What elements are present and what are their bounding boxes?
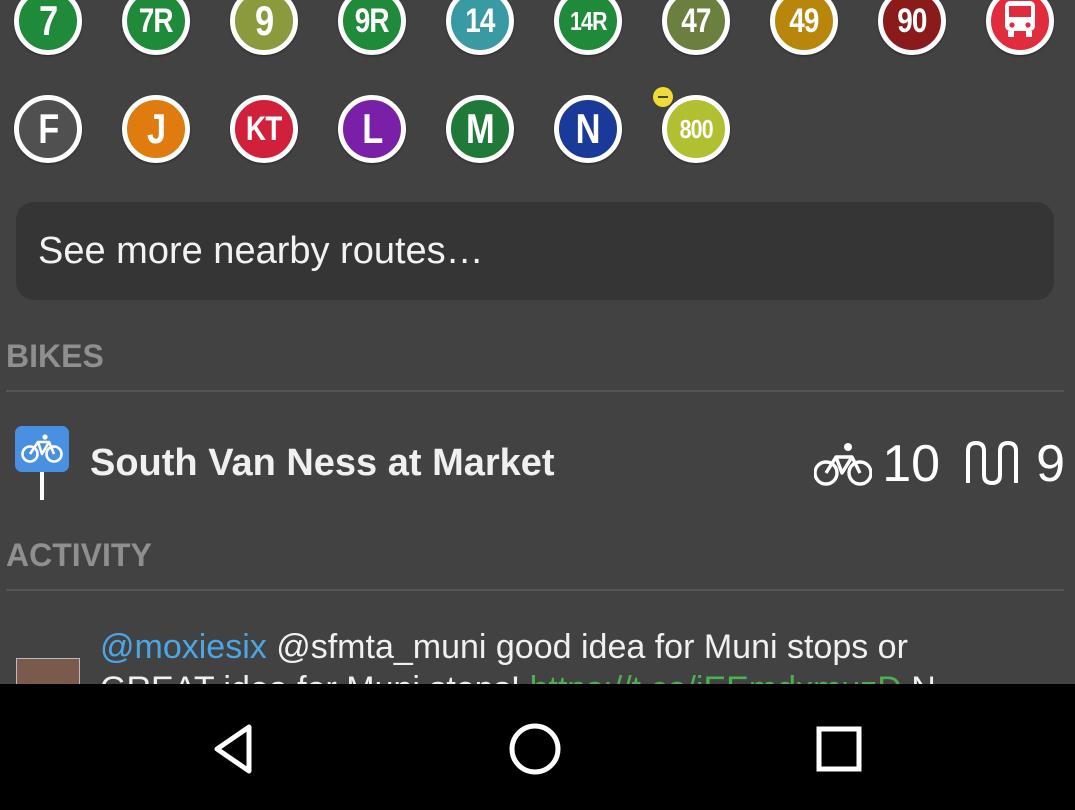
recents-icon[interactable]	[804, 714, 874, 784]
avatar	[16, 658, 80, 684]
route-badge-m[interactable]: M	[446, 95, 514, 163]
route-badge-90[interactable]: 90	[878, 0, 946, 55]
route-badge-l[interactable]: L	[338, 95, 406, 163]
route-badge-800[interactable]: 800	[662, 95, 730, 163]
activity-line2-tail: N...	[902, 670, 964, 684]
route-label: N	[575, 105, 601, 152]
route-label: 9R	[354, 1, 390, 40]
bikes-section-header: BIKES	[6, 338, 104, 374]
bike-station-name: South Van Ness at Market	[90, 442, 555, 484]
route-label: L	[361, 105, 383, 152]
route-row-1: 7 7R 9 9R 14 14R 47 49 90	[0, 0, 1075, 80]
route-badge-9r[interactable]: 9R	[338, 0, 406, 55]
bicycle-icon	[814, 443, 873, 486]
route-badge-f[interactable]: F	[14, 95, 82, 163]
bike-station-stats: 10 9	[814, 434, 1065, 494]
route-label: J	[146, 105, 166, 152]
dock-icon	[966, 440, 1019, 486]
activity-section-header: ACTIVITY	[6, 537, 152, 573]
route-badge-47[interactable]: 47	[662, 0, 730, 55]
system-nav-bar	[0, 684, 1075, 810]
route-label: 47	[681, 1, 711, 40]
route-badge-n[interactable]: N	[554, 95, 622, 163]
route-badge-14r[interactable]: 14R	[554, 0, 622, 55]
bus-icon	[1002, 0, 1038, 44]
route-label: 7	[38, 0, 58, 44]
route-badge-9[interactable]: 9	[230, 0, 298, 55]
activity-text: @moxiesix @sfmta_muni good idea for Muni…	[100, 626, 1060, 684]
route-label: 9	[254, 0, 274, 44]
bike-station-sign-icon	[15, 426, 69, 500]
route-badge-7r[interactable]: 7R	[122, 0, 190, 55]
activity-mention[interactable]: @moxiesix	[100, 628, 267, 666]
route-badge-bus[interactable]	[986, 0, 1054, 55]
route-label: M	[466, 105, 495, 152]
route-row-2: F J KT L M N 800	[0, 95, 1075, 175]
activity-item[interactable]: @moxiesix @sfmta_muni good idea for Muni…	[0, 620, 1075, 684]
activity-body: @sfmta_muni good idea for Muni stops or	[266, 628, 908, 666]
route-badge-kt[interactable]: KT	[230, 95, 298, 163]
activity-line2: GREAT idea for Muni stops!	[100, 670, 530, 684]
docks-available-count: 9	[1036, 435, 1065, 493]
route-label: KT	[246, 109, 282, 148]
divider	[6, 390, 1064, 392]
route-label: 14	[465, 1, 495, 40]
route-badge-j[interactable]: J	[122, 95, 190, 163]
route-label: 7R	[138, 1, 174, 40]
bike-station-row[interactable]: South Van Ness at Market 10 9	[0, 420, 1075, 510]
back-icon[interactable]	[198, 714, 268, 784]
route-label: 14R	[569, 5, 607, 36]
route-label: 90	[897, 1, 927, 40]
route-label: F	[37, 105, 59, 152]
route-label: 49	[789, 1, 819, 40]
see-more-routes-button[interactable]: See more nearby routes…	[16, 202, 1054, 300]
route-badge-7[interactable]: 7	[14, 0, 82, 55]
activity-link[interactable]: https://t.co/iEEmdxmuzD	[530, 670, 902, 684]
route-label: 800	[679, 113, 713, 144]
home-icon[interactable]	[500, 714, 570, 784]
bikes-available-count: 10	[882, 435, 941, 493]
route-badge-49[interactable]: 49	[770, 0, 838, 55]
divider	[6, 589, 1064, 591]
favorite-remove-icon[interactable]	[653, 87, 673, 107]
see-more-routes-label: See more nearby routes…	[38, 229, 484, 272]
route-badge-14[interactable]: 14	[446, 0, 514, 55]
